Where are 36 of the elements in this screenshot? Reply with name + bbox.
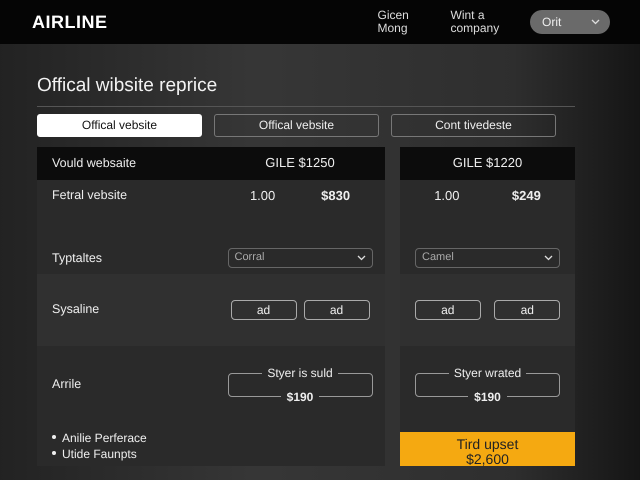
value-text: 1.00 [250, 186, 276, 205]
value-text: 1.00 [434, 186, 460, 205]
bullet-icon [52, 451, 56, 456]
nav-link[interactable]: Gicen Mong [378, 9, 438, 35]
nav-link[interactable]: Wint a company [450, 9, 510, 35]
caret-icon [591, 19, 600, 25]
value-text: $830 [321, 186, 350, 205]
dropdown-field[interactable]: Corral [228, 248, 372, 268]
tab[interactable]: Offical vebsite [37, 114, 202, 136]
price-text: GILE $1220 [452, 154, 522, 172]
account-dropdown[interactable]: Orit [530, 10, 610, 34]
row-label: Vould websaite [52, 154, 138, 172]
tab[interactable]: Cont tivedeste [391, 114, 556, 136]
bullet-icon [52, 435, 56, 440]
add-button[interactable]: ad [414, 300, 481, 320]
box-label: Styer wrated [448, 366, 526, 380]
page-title: Offical wibsite reprice [37, 72, 575, 106]
row-label: Typtaltes [52, 250, 104, 267]
bullet-item: Anilie Perferace [62, 430, 147, 444]
value-text: $249 [512, 186, 541, 205]
add-button[interactable]: ad [494, 300, 560, 320]
bullet-item: Utide Faunpts [62, 446, 137, 460]
promo-text: Tird upset [456, 436, 520, 452]
add-button[interactable]: ad [230, 300, 296, 320]
tab[interactable]: Offical vebsite [214, 114, 379, 136]
dropdown-field[interactable]: Camel [415, 248, 560, 268]
add-button[interactable]: ad [304, 300, 370, 320]
row-label: Sysaline [52, 301, 100, 318]
brand-logo[interactable]: AIRLINE [32, 8, 108, 36]
caret-icon [544, 254, 553, 260]
caret-icon [356, 254, 366, 260]
row-label: Fetral vebsite [52, 187, 128, 204]
price-text: GILE $1250 [265, 154, 335, 172]
box-label: Styer is suld [262, 366, 338, 380]
promo-text: $2,600 [465, 452, 509, 466]
row-label: Arrile [52, 376, 82, 394]
